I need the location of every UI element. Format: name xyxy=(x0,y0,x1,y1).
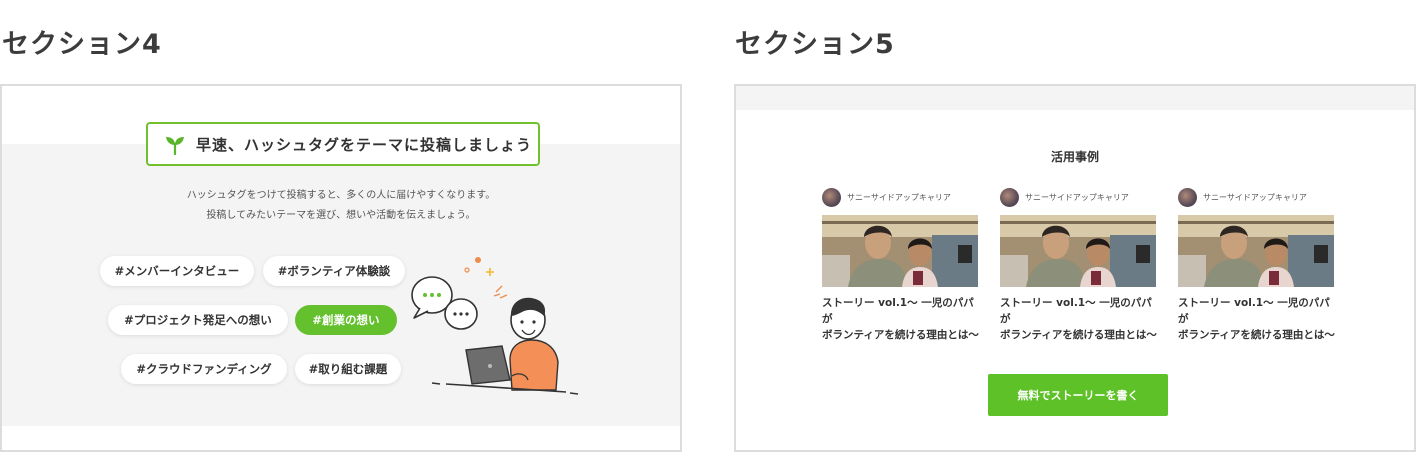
section4-title: セクション4 xyxy=(2,29,162,60)
section5-title: セクション5 xyxy=(735,29,895,60)
story-title-line-1: ストーリー vol.1〜 一児のパパが xyxy=(1000,297,1152,325)
card-author: サニーサイドアップキャリア xyxy=(1178,186,1336,208)
section5-frame: 活用事例 サニーサイドアップキャリア ストーリー vol.1〜 一児のパパが ボ… xyxy=(734,84,1416,452)
avatar xyxy=(1000,187,1019,207)
avatar xyxy=(1178,187,1197,207)
case-studies-heading: 活用事例 xyxy=(1050,150,1099,164)
author-name: サニーサイドアップキャリア xyxy=(1203,192,1307,202)
section5-top-band xyxy=(736,86,1414,110)
tag-member-interview[interactable]: #メンバーインタビュー xyxy=(100,256,254,286)
description-line-2: 投稿してみたいテーマを選び、想いや活動を伝えましょう。 xyxy=(206,210,476,221)
author-name: サニーサイドアップキャリア xyxy=(847,192,951,202)
section4-frame: 早速、ハッシュタグをテーマに投稿しましょう ハッシュタグをつけて投稿すると、多く… xyxy=(0,84,682,452)
story-card[interactable]: サニーサイドアップキャリア ストーリー vol.1〜 一児のパパが ボランティア… xyxy=(822,186,980,343)
story-photo[interactable] xyxy=(1000,215,1156,287)
sprout-icon xyxy=(166,137,184,155)
story-title[interactable]: ストーリー vol.1〜 一児のパパが ボランティアを続ける理由とは〜 xyxy=(822,295,980,343)
banner-text: 早速、ハッシュタグをテーマに投稿しましょう xyxy=(196,135,533,154)
story-photo-image xyxy=(1178,215,1334,287)
story-title[interactable]: ストーリー vol.1〜 一児のパパが ボランティアを続ける理由とは〜 xyxy=(1000,295,1158,343)
story-title-line-2: ボランティアを続ける理由とは〜 xyxy=(1000,329,1157,341)
story-card[interactable]: サニーサイドアップキャリア ストーリー vol.1〜 一児のパパが ボランティア… xyxy=(1178,186,1336,343)
story-title-line-1: ストーリー vol.1〜 一児のパパが xyxy=(822,297,974,325)
story-title[interactable]: ストーリー vol.1〜 一児のパパが ボランティアを続ける理由とは〜 xyxy=(1178,295,1336,343)
tag-volunteer-experience[interactable]: #ボランティア体験談 xyxy=(263,256,405,286)
person-with-laptop-illustration xyxy=(411,257,579,395)
story-title-line-2: ボランティアを続ける理由とは〜 xyxy=(1178,329,1335,341)
tag-issues[interactable]: #取り組む課題 xyxy=(295,354,401,384)
hashtag-banner: 早速、ハッシュタグをテーマに投稿しましょう xyxy=(146,122,540,166)
story-title-line-2: ボランティアを続ける理由とは〜 xyxy=(822,329,979,341)
story-title-line-1: ストーリー vol.1〜 一児のパパが xyxy=(1178,297,1330,325)
story-card[interactable]: サニーサイドアップキャリア ストーリー vol.1〜 一児のパパが ボランティア… xyxy=(1000,186,1158,343)
avatar xyxy=(822,187,841,207)
description-line-1: ハッシュタグをつけて投稿すると、多くの人に届けやすくなります。 xyxy=(186,190,496,201)
story-photo-image xyxy=(822,215,978,287)
author-name: サニーサイドアップキャリア xyxy=(1025,192,1129,202)
tag-project-launch[interactable]: #プロジェクト発足への想い xyxy=(108,305,288,335)
story-photo[interactable] xyxy=(822,215,978,287)
write-story-button[interactable]: 無料でストーリーを書く xyxy=(988,374,1168,416)
tag-founding[interactable]: #創業の想い xyxy=(295,305,397,335)
tag-crowdfunding[interactable]: #クラウドファンディング xyxy=(121,354,287,384)
card-author: サニーサイドアップキャリア xyxy=(822,186,980,208)
story-photo-image xyxy=(1000,215,1156,287)
card-author: サニーサイドアップキャリア xyxy=(1000,186,1158,208)
story-photo[interactable] xyxy=(1178,215,1334,287)
